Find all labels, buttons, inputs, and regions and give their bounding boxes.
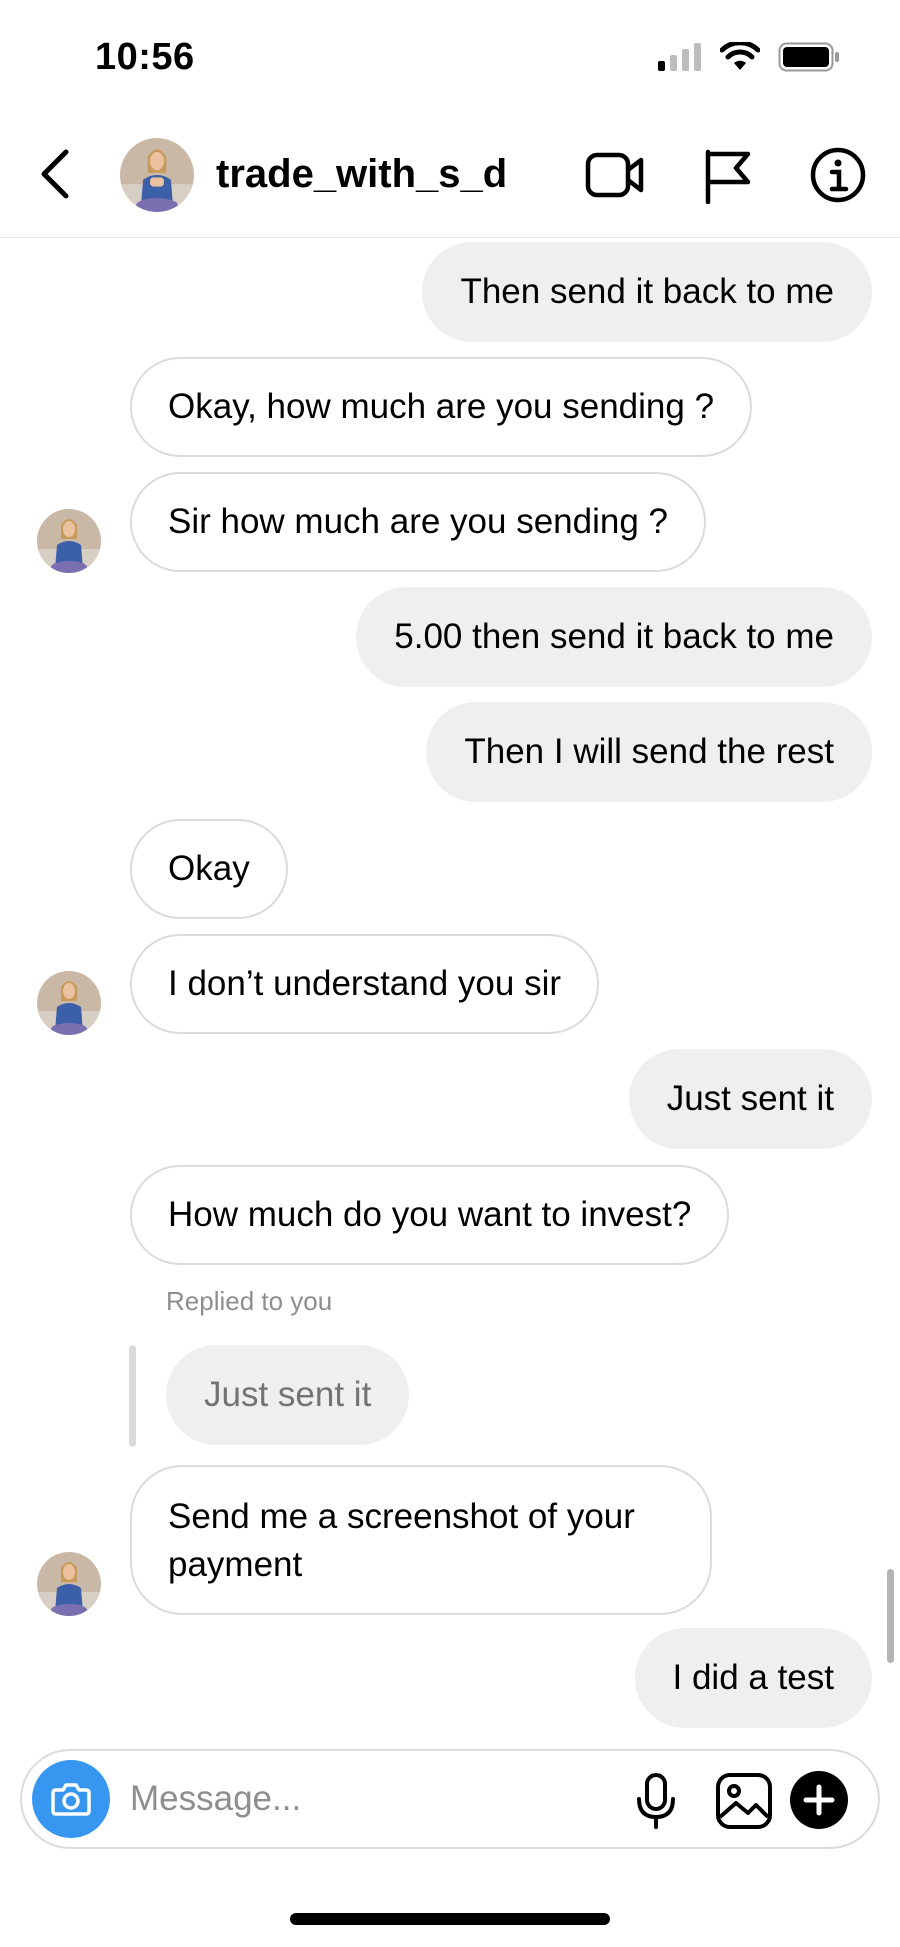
avatar[interactable] [37,1552,101,1616]
back-button[interactable] [32,144,82,204]
message-outgoing[interactable]: I did a test [634,1628,872,1728]
signal-icon [658,43,701,71]
plus-icon [803,1784,835,1816]
gallery-icon [716,1773,772,1829]
message-incoming[interactable]: I don’t understand you sir [130,934,600,1034]
avatar[interactable] [37,971,101,1035]
message-incoming[interactable]: Sir how much are you sending ? [130,472,706,572]
flag-icon [705,149,751,205]
camera-button[interactable] [32,1760,110,1838]
status-bar: 10:56 [0,0,900,110]
profile-photo [37,509,101,573]
battery-icon [778,42,839,72]
reply-indicator-bar [129,1345,136,1447]
avatar[interactable] [120,138,194,212]
reply-quoted-message[interactable]: Just sent it [166,1345,410,1445]
chat-header: trade_with_s_d [0,110,900,238]
scrollbar[interactable] [887,1569,894,1663]
video-camera-icon [585,152,644,198]
avatar[interactable] [37,509,101,573]
status-time: 10:56 [95,36,195,78]
message-input[interactable] [130,1771,610,1827]
message-incoming[interactable]: Send me a screenshot of your payment [130,1465,712,1615]
wifi-icon [720,42,760,70]
microphone-icon [637,1773,675,1829]
profile-photo [37,1552,101,1616]
camera-icon [51,1783,91,1816]
message-incoming[interactable]: How much do you want to invest? [130,1165,730,1265]
reply-label: Replied to you [166,1286,333,1316]
message-outgoing[interactable]: Then I will send the rest [426,702,872,802]
chat-username[interactable]: trade_with_s_d [216,152,507,197]
message-thread[interactable]: Then send it back to me Okay, how much a… [0,239,900,1729]
video-call-button[interactable] [585,146,645,204]
message-outgoing[interactable]: 5.00 then send it back to me [356,587,872,687]
more-options-button[interactable] [790,1771,848,1829]
message-incoming[interactable]: Okay, how much are you sending ? [130,357,753,457]
message-outgoing[interactable]: Then send it back to me [422,242,872,342]
info-button[interactable] [808,146,868,204]
profile-photo [37,971,101,1035]
chevron-left-icon [41,149,69,199]
message-outgoing[interactable]: Just sent it [628,1049,872,1149]
status-icons [658,42,840,72]
info-icon [810,147,866,203]
message-composer [20,1749,880,1849]
gallery-button[interactable] [714,1771,774,1831]
message-incoming[interactable]: Okay [130,819,288,919]
home-indicator[interactable] [290,1913,610,1925]
report-button[interactable] [698,146,758,205]
profile-photo [120,138,194,212]
voice-message-button[interactable] [626,1771,686,1831]
